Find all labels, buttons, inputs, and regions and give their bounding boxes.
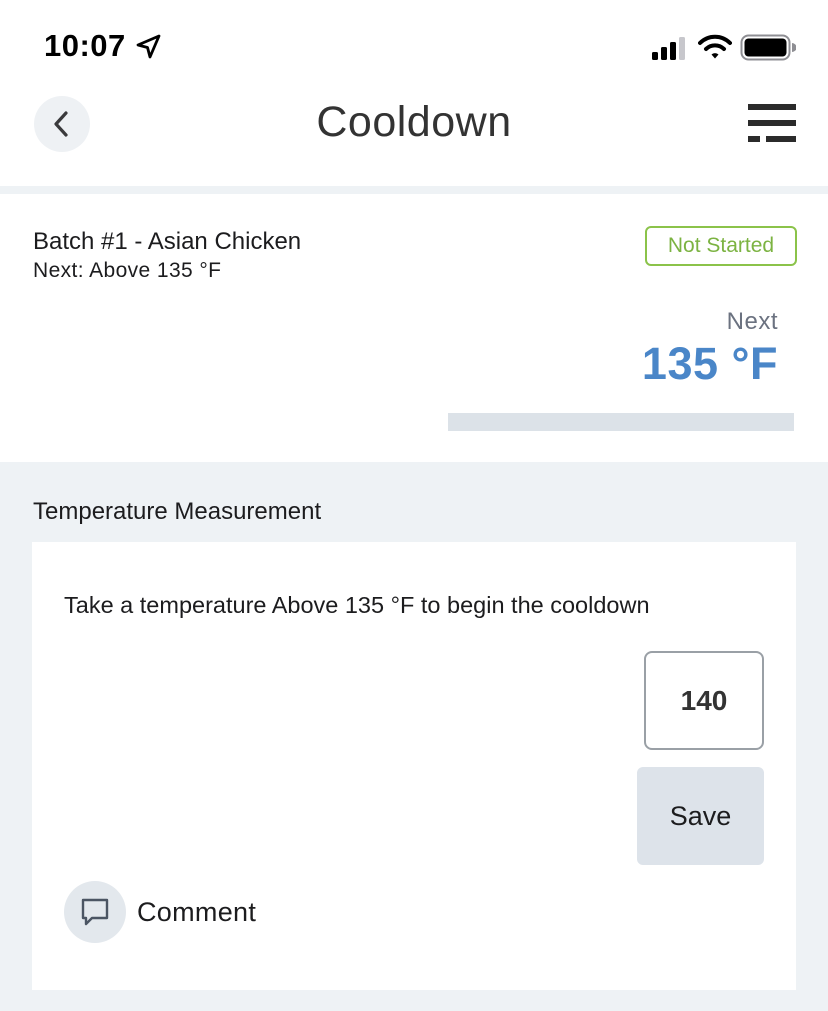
- location-arrow-icon: [136, 34, 161, 59]
- comment-icon-circle[interactable]: [64, 881, 126, 943]
- section-title: Temperature Measurement: [33, 498, 322, 525]
- back-button[interactable]: [34, 96, 90, 152]
- header-divider: [0, 186, 828, 194]
- instruction-text: Take a temperature Above 135 °F to begin…: [64, 592, 650, 618]
- wifi-icon: [698, 34, 732, 59]
- comment-bubble-icon: [81, 898, 109, 926]
- batch-name: Batch #1 - Asian Chicken: [33, 228, 302, 255]
- batch-next-step: Next: Above 135 °F: [33, 259, 222, 282]
- battery-icon: [740, 34, 796, 61]
- menu-icon[interactable]: [746, 102, 798, 146]
- status-time: 10:07: [44, 28, 126, 63]
- app-header: 10:07 Cooldown: [0, 0, 828, 186]
- next-temperature: 135 °F: [641, 338, 778, 389]
- batch-card: Batch #1 - Asian Chicken Next: Above 135…: [0, 194, 828, 462]
- measurement-card: Take a temperature Above 135 °F to begin…: [32, 542, 796, 990]
- cooldown-progress-bar: [448, 413, 794, 431]
- status-badge: Not Started: [645, 226, 797, 266]
- page-title: Cooldown: [316, 98, 512, 146]
- chevron-left-icon: [54, 111, 68, 137]
- temperature-input[interactable]: [644, 651, 764, 750]
- comment-button[interactable]: Comment: [64, 881, 256, 943]
- cellular-signal-icon: [652, 37, 685, 60]
- comment-label[interactable]: Comment: [137, 897, 256, 928]
- save-button[interactable]: Save: [637, 767, 764, 865]
- next-label: Next: [726, 308, 778, 335]
